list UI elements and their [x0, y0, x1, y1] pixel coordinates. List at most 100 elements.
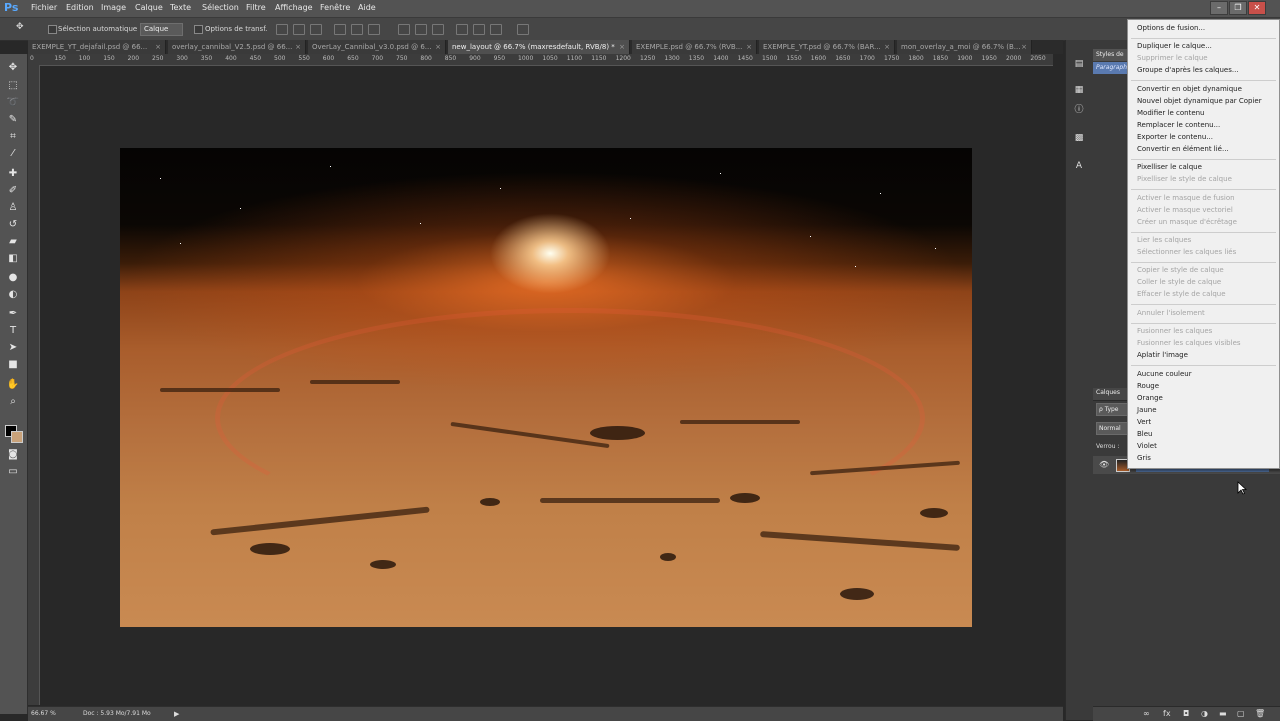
maximize-button[interactable]: ❐ [1229, 1, 1247, 15]
crop-tool-icon[interactable]: ⌗ [6, 131, 20, 143]
tab-overlay-cannibal-v25[interactable]: overlay_cannibal_V2.5.psd @ 66... × [168, 40, 306, 54]
context-menu-item[interactable]: Violet [1137, 442, 1157, 450]
clone-stamp-tool-icon[interactable]: ♙ [6, 202, 20, 214]
blur-tool-icon[interactable]: ● [6, 272, 20, 284]
tab-close-icon[interactable]: × [295, 40, 301, 54]
menu-image[interactable]: Image [101, 3, 126, 12]
quick-select-tool-icon[interactable]: ✎ [6, 114, 20, 126]
context-menu-item[interactable]: Aucune couleur [1137, 370, 1192, 378]
dodge-tool-icon[interactable]: ◐ [6, 289, 20, 301]
distribute-bottom-icon[interactable] [432, 24, 444, 35]
swatches-panel-icon[interactable]: ▩ [1072, 132, 1086, 144]
info-panel-icon[interactable]: ⓘ [1072, 104, 1086, 116]
align-right-icon[interactable] [368, 24, 380, 35]
history-brush-tool-icon[interactable]: ↺ [6, 219, 20, 231]
lasso-tool-icon[interactable]: ➰ [6, 97, 20, 109]
context-menu-item[interactable]: Orange [1137, 394, 1163, 402]
menu-affichage[interactable]: Affichage [275, 3, 313, 12]
distribute-left-icon[interactable] [456, 24, 468, 35]
quick-mask-icon[interactable]: ◙ [6, 449, 20, 461]
tab-exemple-yt-dejafail[interactable]: EXEMPLE_YT_dejafail.psd @ 66... × [28, 40, 166, 54]
background-color-swatch[interactable] [11, 431, 23, 443]
menu-filtre[interactable]: Filtre [246, 3, 266, 12]
status-menu-arrow-icon[interactable]: ▶ [174, 710, 179, 718]
menu-selection[interactable]: Sélection [202, 3, 239, 12]
tab-mon-overlay[interactable]: mon_overlay_a_moi @ 66.7% (B... × [897, 40, 1032, 54]
eyedropper-tool-icon[interactable]: ⁄ [6, 148, 20, 160]
properties-panel-icon[interactable]: ▦ [1072, 84, 1086, 96]
context-menu-item[interactable]: Remplacer le contenu... [1137, 121, 1220, 129]
marquee-tool-icon[interactable]: ⬚ [6, 80, 20, 92]
distribute-right-icon[interactable] [490, 24, 502, 35]
move-tool-icon[interactable]: ✥ [16, 22, 24, 32]
close-window-button[interactable]: ✕ [1248, 1, 1266, 15]
character-panel-icon[interactable]: A [1072, 160, 1086, 172]
tab-close-icon[interactable]: × [155, 40, 161, 54]
new-layer-icon[interactable]: ▢ [1237, 709, 1245, 718]
tab-overlay-cannibal-v30[interactable]: OverLay_Cannibal_v3.0.psd @ 6... × [308, 40, 446, 54]
context-menu-item[interactable]: Convertir en objet dynamique [1137, 85, 1242, 93]
hand-tool-icon[interactable]: ✋ [6, 379, 20, 391]
minimize-button[interactable]: – [1210, 1, 1228, 15]
history-panel-icon[interactable]: ▤ [1072, 58, 1086, 70]
tab-close-icon[interactable]: × [746, 40, 752, 54]
auto-select-checkbox[interactable] [48, 25, 57, 34]
context-menu-item[interactable]: Gris [1137, 454, 1151, 462]
pen-tool-icon[interactable]: ✒ [6, 308, 20, 320]
align-hcenter-icon[interactable] [351, 24, 363, 35]
tab-exemple-yt[interactable]: EXEMPLE_YT.psd @ 66.7% (BAR... × [759, 40, 895, 54]
menu-fichier[interactable]: Fichier [31, 3, 57, 12]
eraser-tool-icon[interactable]: ▰ [6, 236, 20, 248]
path-selection-tool-icon[interactable]: ➤ [6, 342, 20, 354]
context-menu-item[interactable]: Vert [1137, 418, 1151, 426]
tab-layers[interactable]: Calques [1096, 389, 1120, 396]
menu-aide[interactable]: Aide [358, 3, 376, 12]
new-group-icon[interactable]: ▬ [1219, 709, 1227, 718]
screen-mode-icon[interactable]: ▭ [6, 466, 20, 478]
tab-close-icon[interactable]: × [619, 40, 625, 54]
context-menu-item[interactable]: Convertir en élément lié... [1137, 145, 1229, 153]
context-menu-item[interactable]: Options de fusion... [1137, 24, 1205, 32]
move-tool-icon[interactable]: ✥ [6, 62, 20, 74]
distribute-vcenter-icon[interactable] [415, 24, 427, 35]
context-menu-item[interactable]: Groupe d'après les calques... [1137, 66, 1239, 74]
align-top-icon[interactable] [276, 24, 288, 35]
context-menu-item[interactable]: Dupliquer le calque... [1137, 42, 1212, 50]
tab-new-layout[interactable]: new_layout @ 66.7% (maxresdefault, RVB/8… [448, 40, 630, 54]
gradient-tool-icon[interactable]: ◧ [6, 253, 20, 265]
align-bottom-icon[interactable] [310, 24, 322, 35]
link-layers-icon[interactable]: ∞ [1143, 709, 1150, 718]
align-vcenter-icon[interactable] [293, 24, 305, 35]
tab-exemple[interactable]: EXEMPLE.psd @ 66.7% (RVB... × [632, 40, 757, 54]
context-menu-item[interactable]: Rouge [1137, 382, 1159, 390]
blend-mode-dropdown[interactable]: Normal [1096, 422, 1130, 435]
menu-edition[interactable]: Edition [66, 3, 94, 12]
zoom-level[interactable]: 66.67 % [31, 710, 56, 717]
context-menu-item[interactable]: Exporter le contenu... [1137, 133, 1213, 141]
auto-select-dropdown[interactable]: Calque [140, 23, 183, 36]
brush-tool-icon[interactable]: ✐ [6, 185, 20, 197]
context-menu-item[interactable]: Aplatir l'image [1137, 351, 1188, 359]
menu-fenetre[interactable]: Fenêtre [320, 3, 350, 12]
align-left-icon[interactable] [334, 24, 346, 35]
rectangle-tool-icon[interactable]: ■ [6, 359, 20, 371]
menu-calque[interactable]: Calque [135, 3, 163, 12]
context-menu-item[interactable]: Nouvel objet dynamique par Copier [1137, 97, 1262, 105]
transform-controls-checkbox[interactable] [194, 25, 203, 34]
mars-landscape-image[interactable] [120, 148, 972, 627]
menu-texte[interactable]: Texte [170, 3, 191, 12]
distribute-top-icon[interactable] [398, 24, 410, 35]
zoom-tool-icon[interactable]: ⌕ [6, 396, 20, 408]
type-tool-icon[interactable]: T [6, 325, 20, 337]
context-menu-item[interactable]: Bleu [1137, 430, 1153, 438]
visibility-eye-icon[interactable]: 👁 [1099, 460, 1109, 469]
context-menu-item[interactable]: Modifier le contenu [1137, 109, 1205, 117]
context-menu-item[interactable]: Jaune [1137, 406, 1157, 414]
distribute-hcenter-icon[interactable] [473, 24, 485, 35]
context-menu-item[interactable]: Pixelliser le calque [1137, 163, 1202, 171]
tab-close-icon[interactable]: × [435, 40, 441, 54]
add-mask-icon[interactable]: ◘ [1183, 709, 1189, 718]
layer-style-icon[interactable]: fx [1163, 709, 1171, 718]
tab-close-icon[interactable]: × [884, 40, 890, 54]
adjustment-layer-icon[interactable]: ◑ [1201, 709, 1208, 718]
